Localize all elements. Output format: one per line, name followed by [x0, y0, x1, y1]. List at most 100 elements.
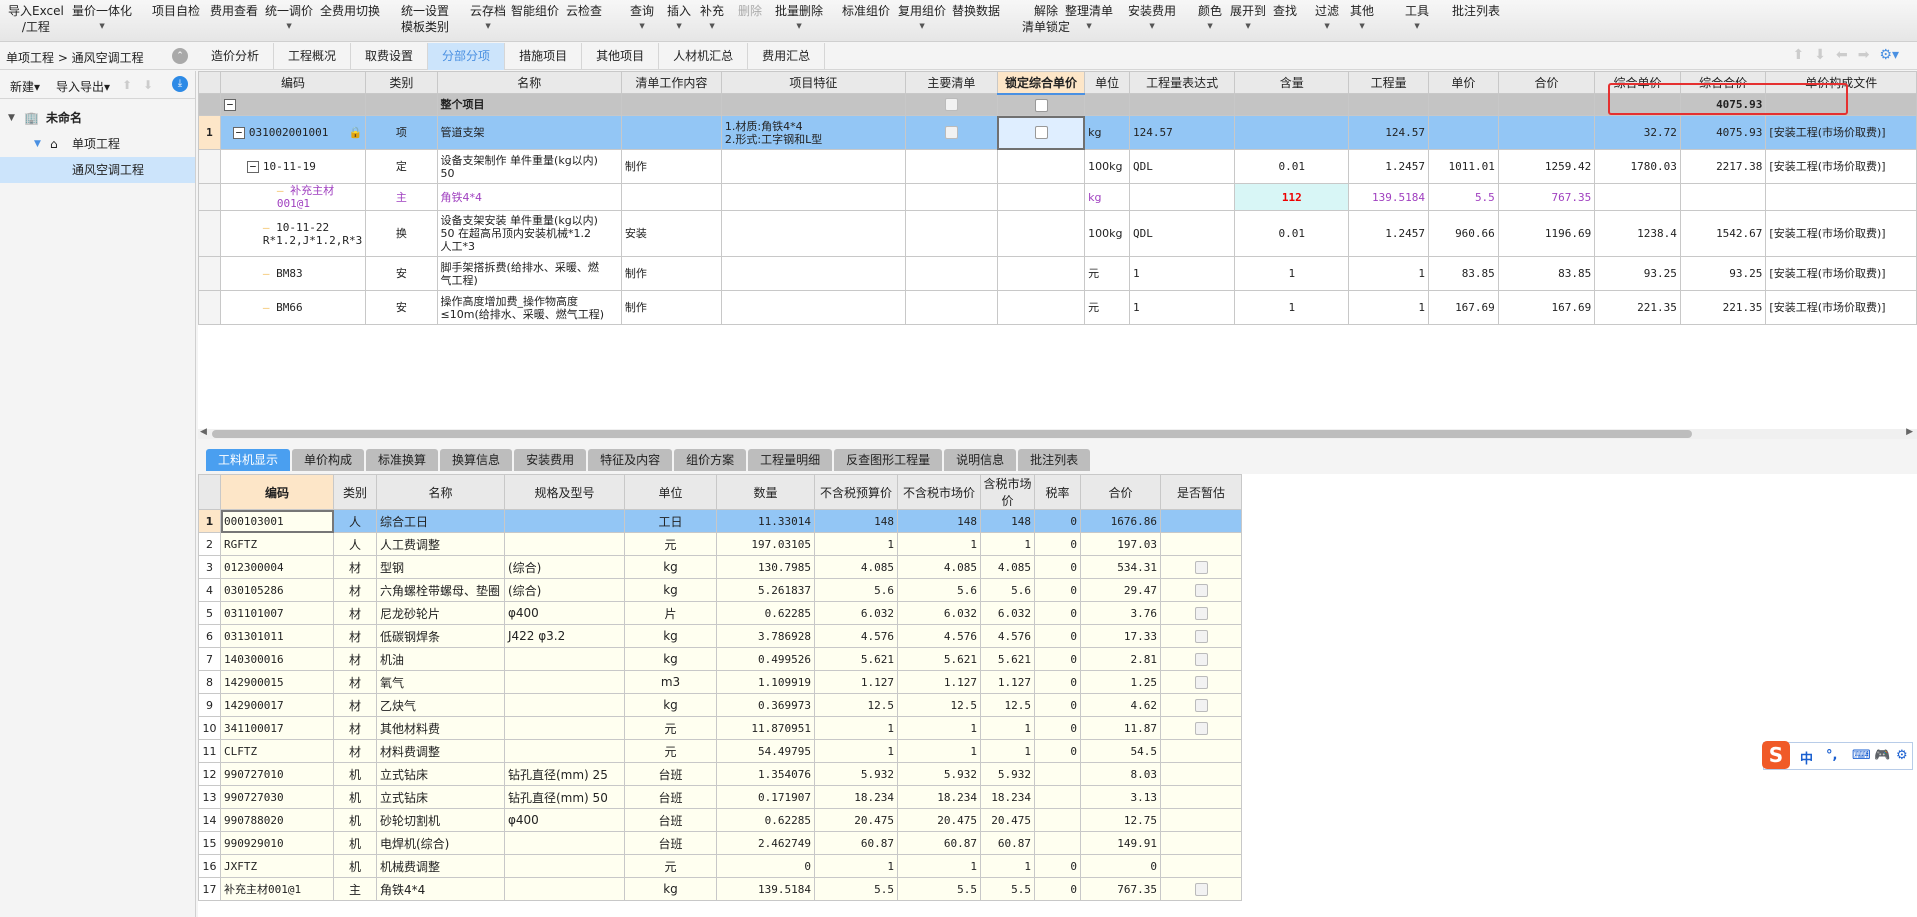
spec-cell[interactable]: 钻孔直径(mm) 50	[504, 785, 625, 809]
p1-cell[interactable]: 60.87	[814, 831, 898, 855]
settings-icon[interactable]: ⚙	[1896, 748, 1908, 763]
checkbox[interactable]	[1034, 126, 1048, 140]
unit-cell[interactable]: kg	[624, 877, 717, 901]
p3-cell[interactable]: 4.085	[980, 555, 1035, 579]
resource-row[interactable]: 4 030105286 材六角螺栓带螺母、垫圈 (综合) kg 5.261837 5.6 5.…	[198, 578, 1249, 602]
resource-row[interactable]: 10 341100017 材其他材料费元 11.870951 1 1 1 0 11.87	[198, 716, 1249, 740]
toolbar-button-14[interactable]: 批量删除 ▼	[775, 3, 823, 33]
unit-cell[interactable]: m3	[624, 670, 717, 694]
code-cell[interactable]: 补充主材001@1	[220, 877, 334, 901]
work-cell[interactable]: 制作	[620, 149, 722, 184]
estimate-cell[interactable]	[1160, 739, 1242, 763]
column-header[interactable]: 单价	[1428, 71, 1499, 94]
spec-cell[interactable]	[504, 831, 625, 855]
unit-cell[interactable]: 元	[624, 532, 717, 556]
p2-cell[interactable]: 5.5	[897, 877, 981, 901]
unit-cell[interactable]: kg	[624, 693, 717, 717]
work-cell[interactable]	[620, 183, 722, 211]
qty-cell[interactable]: 124.57	[1348, 115, 1430, 150]
estimate-cell[interactable]	[1160, 877, 1242, 901]
toolbar-button-24[interactable]: 过滤 ▼	[1315, 3, 1339, 33]
tax-cell[interactable]: 0	[1034, 532, 1081, 556]
p2-cell[interactable]: 6.032	[897, 601, 981, 625]
name-cell[interactable]: 尼龙砂轮片	[376, 601, 505, 625]
uprice-cell[interactable]: 1238.4	[1594, 210, 1681, 257]
sum-cell[interactable]: 1259.42	[1497, 149, 1596, 184]
feature-cell[interactable]	[720, 256, 906, 291]
main-list-cell[interactable]	[904, 210, 998, 257]
estimate-checkbox[interactable]	[1194, 560, 1208, 574]
code-cell[interactable]: — BM83	[219, 256, 367, 291]
code-cell[interactable]: 990727010	[220, 762, 334, 786]
code-cell[interactable]: 142900015	[220, 670, 334, 694]
price-cell[interactable]: 167.69	[1428, 290, 1499, 325]
name-cell[interactable]: 材料费调整	[376, 739, 505, 763]
estimate-cell[interactable]	[1160, 808, 1242, 832]
p3-cell[interactable]: 1	[980, 532, 1035, 556]
usum-cell[interactable]: 93.25	[1679, 256, 1767, 291]
spec-cell[interactable]: (综合)	[504, 578, 625, 602]
estimate-cell[interactable]	[1160, 647, 1242, 671]
p1-cell[interactable]: 1	[814, 716, 898, 740]
sum-cell[interactable]: 197.03	[1080, 532, 1161, 556]
unit-cell[interactable]: kg	[624, 555, 717, 579]
estimate-cell[interactable]	[1160, 762, 1242, 786]
unit-cell[interactable]: 元	[624, 739, 717, 763]
estimate-cell[interactable]	[1160, 693, 1242, 717]
column-header[interactable]: 工程量表达式	[1129, 71, 1236, 94]
column-header[interactable]: 清单工作内容	[620, 71, 722, 94]
column-header[interactable]: 税率	[1034, 474, 1081, 510]
p3-cell[interactable]: 18.234	[980, 785, 1035, 809]
resource-row[interactable]: 8 142900015 材氧气 m3 1.109919 1.127 1.127 1.127 0 1…	[198, 670, 1249, 694]
p3-cell[interactable]: 5.932	[980, 762, 1035, 786]
toolbar-button-6[interactable]: 统一设置 模板类别	[401, 3, 449, 35]
sum-cell[interactable]: 11.87	[1080, 716, 1161, 740]
toolbar-button-11[interactable]: 插入 ▼	[667, 3, 691, 33]
qty-cell[interactable]: 1.109919	[716, 670, 815, 694]
spec-cell[interactable]	[504, 739, 625, 763]
resource-row[interactable]: 5 031101007 材尼龙砂轮片 φ400 片 0.62285 6.032 6.032 6.…	[198, 601, 1249, 625]
detail-tab-8[interactable]: 反查图形工程量	[834, 449, 943, 471]
sum-cell[interactable]: 3.76	[1080, 601, 1161, 625]
resource-row[interactable]: 1 000103001 人综合工日 工日 11.33014 148 148 148 0 1676.…	[198, 509, 1249, 533]
toolbar-button-18[interactable]: 解除 清单锁定	[1022, 3, 1070, 35]
sum-cell[interactable]: 167.69	[1497, 290, 1596, 325]
type-cell[interactable]: 材	[333, 693, 377, 717]
estimate-checkbox[interactable]	[1194, 675, 1208, 689]
uprice-cell[interactable]	[1594, 183, 1681, 211]
sum-cell[interactable]: 3.13	[1080, 785, 1161, 809]
p2-cell[interactable]: 12.5	[897, 693, 981, 717]
qty-cell[interactable]: 11.870951	[716, 716, 815, 740]
spec-cell[interactable]	[504, 716, 625, 740]
estimate-cell[interactable]	[1160, 601, 1242, 625]
toolbar-button-15[interactable]: 标准组价	[842, 3, 890, 19]
spec-cell[interactable]	[504, 532, 625, 556]
up-arrow-icon[interactable]: ⬆	[122, 78, 132, 92]
sum-cell[interactable]: 83.85	[1497, 256, 1596, 291]
uprice-cell[interactable]: 93.25	[1594, 256, 1681, 291]
code-cell[interactable]: 030105286	[220, 578, 334, 602]
column-header[interactable]: 规格及型号	[504, 474, 625, 510]
column-header[interactable]: 工程量	[1348, 71, 1430, 94]
download-icon[interactable]: ⤓	[172, 76, 188, 92]
lock-price-cell[interactable]	[996, 149, 1086, 184]
detail-tab-4[interactable]: 安装费用	[514, 449, 587, 471]
detail-tab-5[interactable]: 特征及内容	[588, 449, 673, 471]
code-cell[interactable]: −10-11-19	[219, 149, 367, 184]
sum-cell[interactable]: 534.31	[1080, 555, 1161, 579]
qty-cell[interactable]: 54.49795	[716, 739, 815, 763]
ime-punctuation-icon[interactable]: °,	[1826, 748, 1837, 763]
toolbar-button-17[interactable]: 替换数据	[952, 3, 1000, 19]
detail-tab-2[interactable]: 标准换算	[366, 449, 439, 471]
name-cell[interactable]: 管道支架	[436, 115, 622, 150]
unit-cell[interactable]: 元	[624, 854, 717, 878]
code-cell[interactable]: CLFTZ	[220, 739, 334, 763]
p3-cell[interactable]: 60.87	[980, 831, 1035, 855]
move-left-icon[interactable]: ⬅	[1836, 47, 1848, 63]
resource-row[interactable]: 11 CLFTZ 材材料费调整元 54.49795 1 1 1 0 54.5	[198, 739, 1249, 763]
expr-cell[interactable]: 124.57	[1129, 115, 1236, 150]
tab-3[interactable]: 分部分项	[428, 43, 506, 70]
sogou-logo-icon[interactable]: S	[1762, 741, 1790, 769]
p2-cell[interactable]: 4.085	[897, 555, 981, 579]
file-cell[interactable]: [安装工程(市场价取费)]	[1765, 256, 1917, 291]
